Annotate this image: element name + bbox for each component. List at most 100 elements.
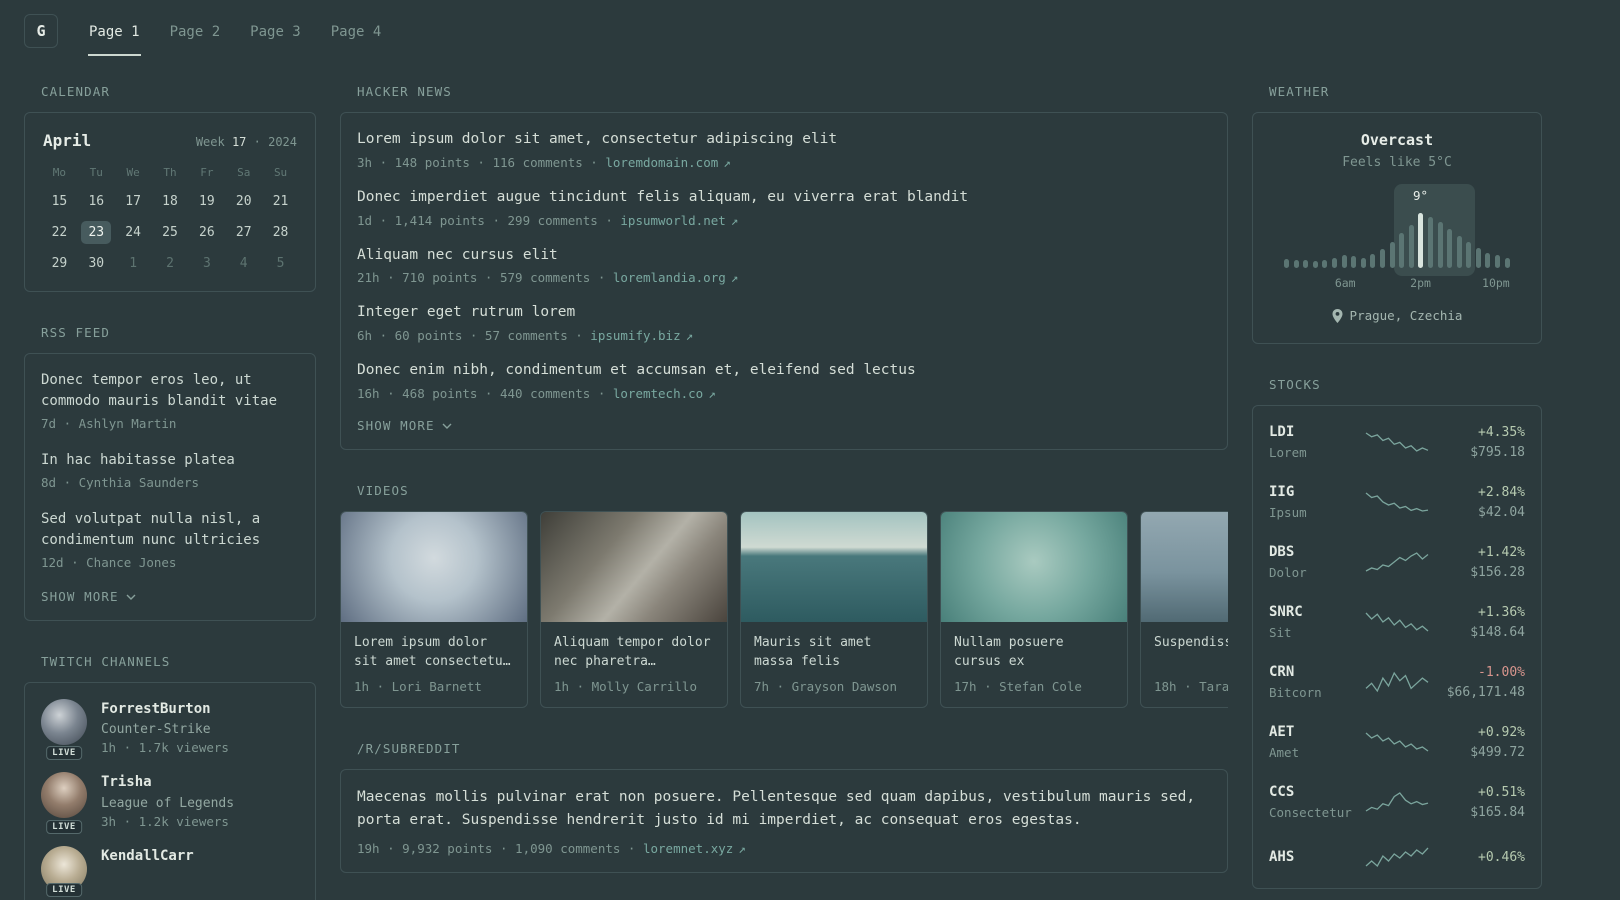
avatar[interactable] bbox=[41, 699, 87, 745]
hn-item-domain-link[interactable]: ipsumworld.net bbox=[620, 213, 725, 228]
stock-symbol[interactable]: AHS bbox=[1269, 849, 1354, 865]
stock-price: $795.18 bbox=[1470, 444, 1525, 460]
hackernews-title: HACKER NEWS bbox=[357, 84, 452, 99]
twitch-avatar-wrap: LIVE bbox=[41, 772, 87, 834]
tab-page-1[interactable]: Page 1 bbox=[88, 14, 141, 56]
twitch-channel-name[interactable]: ForrestBurton bbox=[101, 699, 229, 719]
stock-sparkline bbox=[1364, 729, 1430, 755]
stock-row: IIG Ipsum +2.84% $42.04 bbox=[1269, 472, 1525, 532]
stock-values: +2.84% $42.04 bbox=[1440, 485, 1525, 520]
videos-row[interactable]: Lorem ipsum dolor sit amet consectetu… 1h… bbox=[340, 510, 1228, 708]
hn-item-title[interactable]: Aliquam nec cursus elit bbox=[357, 245, 1211, 267]
stock-row: DBS Dolor +1.42% $156.28 bbox=[1269, 532, 1525, 592]
calendar-day: 1 bbox=[129, 256, 138, 271]
stock-symbol[interactable]: LDI bbox=[1269, 424, 1354, 440]
weather-chart: 9° 6am 2pm 10pm bbox=[1284, 184, 1510, 290]
weather-time-axis: 6am 2pm 10pm bbox=[1284, 268, 1510, 290]
calendar-week-info: Week 17 · 2024 bbox=[196, 135, 297, 149]
hn-item-title[interactable]: Donec imperdiet augue tincidunt felis al… bbox=[357, 187, 1211, 209]
hn-item-domain-link[interactable]: loremtech.co bbox=[613, 386, 703, 401]
video-card-body: Lorem ipsum dolor sit amet consectetu… 1h… bbox=[341, 622, 527, 707]
stock-symbol[interactable]: IIG bbox=[1269, 484, 1354, 500]
stock-change: +2.84% bbox=[1478, 484, 1525, 500]
twitch-channel-name[interactable]: Trisha bbox=[101, 772, 234, 792]
subreddit-post-title[interactable]: Maecenas mollis pulvinar erat non posuer… bbox=[357, 786, 1211, 832]
twitch-channel[interactable]: LIVE Trisha League of Legends 3h · 1.2k vie… bbox=[41, 772, 299, 834]
weather-bar bbox=[1399, 233, 1405, 268]
external-link-icon: ↗ bbox=[730, 270, 739, 286]
stock-change: -1.00% bbox=[1478, 664, 1525, 680]
week-word: Week bbox=[195, 135, 225, 149]
stock-info: IIG Ipsum bbox=[1269, 484, 1354, 520]
video-card[interactable]: Mauris sit amet massa felis 7h · Grayson … bbox=[740, 510, 928, 708]
hn-item-meta-text: 21h · 710 points · 579 comments · bbox=[357, 270, 613, 286]
rss-item-meta: 12d · Chance Jones bbox=[41, 555, 177, 570]
subreddit-widget: /R/SUBREDDIT Maecenas mollis pulvinar er… bbox=[340, 740, 1228, 874]
twitch-channel-name[interactable]: KendallCarr bbox=[101, 846, 194, 866]
subreddit-title: /R/SUBREDDIT bbox=[357, 740, 461, 756]
stock-symbol[interactable]: CRN bbox=[1269, 664, 1354, 680]
stock-symbol[interactable]: DBS bbox=[1269, 544, 1354, 560]
avatar[interactable] bbox=[41, 772, 87, 819]
stock-symbol[interactable]: AET bbox=[1269, 724, 1354, 740]
stock-change: +1.36% bbox=[1478, 604, 1525, 620]
video-title: Suspendisse diam bbox=[1154, 634, 1228, 650]
hn-item-domain-link[interactable]: loremdomain.com bbox=[605, 155, 718, 170]
rss-item-title: In hac habitasse platea bbox=[41, 452, 235, 468]
rss-item[interactable]: Donec tempor eros leo, ut commodo mauris… bbox=[41, 370, 299, 431]
stock-values: +0.92% $499.72 bbox=[1440, 725, 1525, 760]
hn-item-meta-text: 16h · 468 points · 440 comments · bbox=[357, 385, 613, 401]
tab-page-3[interactable]: Page 3 bbox=[249, 14, 302, 56]
hn-show-more-label: SHOW MORE bbox=[357, 417, 435, 433]
video-card[interactable]: Lorem ipsum dolor sit amet consectetu… 1h… bbox=[340, 510, 528, 708]
video-meta: 7h · Grayson Dawson bbox=[754, 678, 897, 694]
weather-bar bbox=[1293, 259, 1299, 268]
tab-page-4[interactable]: Page 4 bbox=[330, 14, 383, 56]
external-link-icon: ↗ bbox=[738, 841, 746, 857]
video-card[interactable]: Aliquam tempor dolor nec pharetra… 1h · M… bbox=[540, 510, 728, 708]
hn-item-title[interactable]: Donec enim nibh, condimentum et accumsan… bbox=[357, 360, 1211, 382]
calendar-day-header: We bbox=[126, 166, 140, 179]
weather-bar bbox=[1389, 241, 1395, 268]
weather-bar bbox=[1284, 258, 1289, 268]
weather-bar bbox=[1504, 257, 1510, 268]
stock-change: +0.46% bbox=[1478, 849, 1525, 865]
hn-show-more-button[interactable]: SHOW MORE bbox=[357, 418, 452, 433]
stock-symbol[interactable]: CCS bbox=[1269, 784, 1354, 800]
twitch-channel[interactable]: LIVE KendallCarr bbox=[41, 845, 299, 897]
stock-row: LDI Lorem +4.35% $795.18 bbox=[1269, 412, 1525, 472]
rss-item-title: Donec tempor eros leo, ut commodo mauris… bbox=[41, 372, 278, 409]
twitch-channel[interactable]: LIVE ForrestBurton Counter-Strike 1h · 1.7k… bbox=[41, 699, 299, 761]
hn-item-domain-link[interactable]: loremlandia.org bbox=[613, 270, 726, 285]
stock-price: $42.04 bbox=[1478, 504, 1525, 520]
logo[interactable]: G bbox=[24, 14, 58, 48]
stock-info: DBS Dolor bbox=[1269, 544, 1354, 580]
live-badge: LIVE bbox=[46, 819, 82, 834]
twitch-avatar-wrap: LIVE bbox=[41, 699, 87, 761]
weather-card: Overcast Feels like 5°C 9° 6am 2pm 10pm Pra… bbox=[1252, 112, 1542, 344]
hn-item-title[interactable]: Integer eget rutrum lorem bbox=[357, 302, 1211, 324]
left-column: CALENDAR April Week 17 · 2024 Mo Tu We Th Fr… bbox=[24, 84, 316, 900]
hn-item-domain-link[interactable]: ipsumify.biz bbox=[590, 328, 680, 343]
video-card[interactable]: Suspendisse diam 18h · Tara bbox=[1140, 510, 1228, 708]
tab-page-2[interactable]: Page 2 bbox=[169, 14, 222, 56]
hn-item-title[interactable]: Lorem ipsum dolor sit amet, consectetur … bbox=[357, 129, 1211, 151]
stock-symbol[interactable]: SNRC bbox=[1269, 604, 1354, 620]
subreddit-post-domain-link[interactable]: loremnet.xyz bbox=[643, 841, 733, 856]
rss-item[interactable]: Sed volutpat nulla nisl, a condimentum n… bbox=[41, 509, 299, 570]
video-card[interactable]: Nullam posuere cursus ex 17h · Stefan Col… bbox=[940, 510, 1128, 708]
stock-change: +4.35% bbox=[1478, 424, 1525, 440]
rss-item[interactable]: In hac habitasse platea 8d · Cynthia Saun… bbox=[41, 450, 299, 490]
external-link-icon: ↗ bbox=[708, 385, 716, 401]
stock-sparkline bbox=[1364, 844, 1430, 870]
video-thumbnail bbox=[541, 511, 727, 622]
weather-bar bbox=[1475, 248, 1481, 268]
stock-sparkline bbox=[1364, 669, 1430, 695]
weather-title: WEATHER bbox=[1269, 84, 1330, 99]
page-tabs: Page 1 Page 2 Page 3 Page 4 bbox=[88, 14, 382, 56]
calendar-day-header: Mo bbox=[52, 166, 67, 179]
weather-bars bbox=[1284, 210, 1510, 268]
hn-item-meta-text: 6h · 60 points · 57 comments · bbox=[357, 328, 591, 343]
weather-time-label: 2pm bbox=[1410, 276, 1431, 290]
rss-show-more-button[interactable]: SHOW MORE bbox=[41, 589, 136, 604]
